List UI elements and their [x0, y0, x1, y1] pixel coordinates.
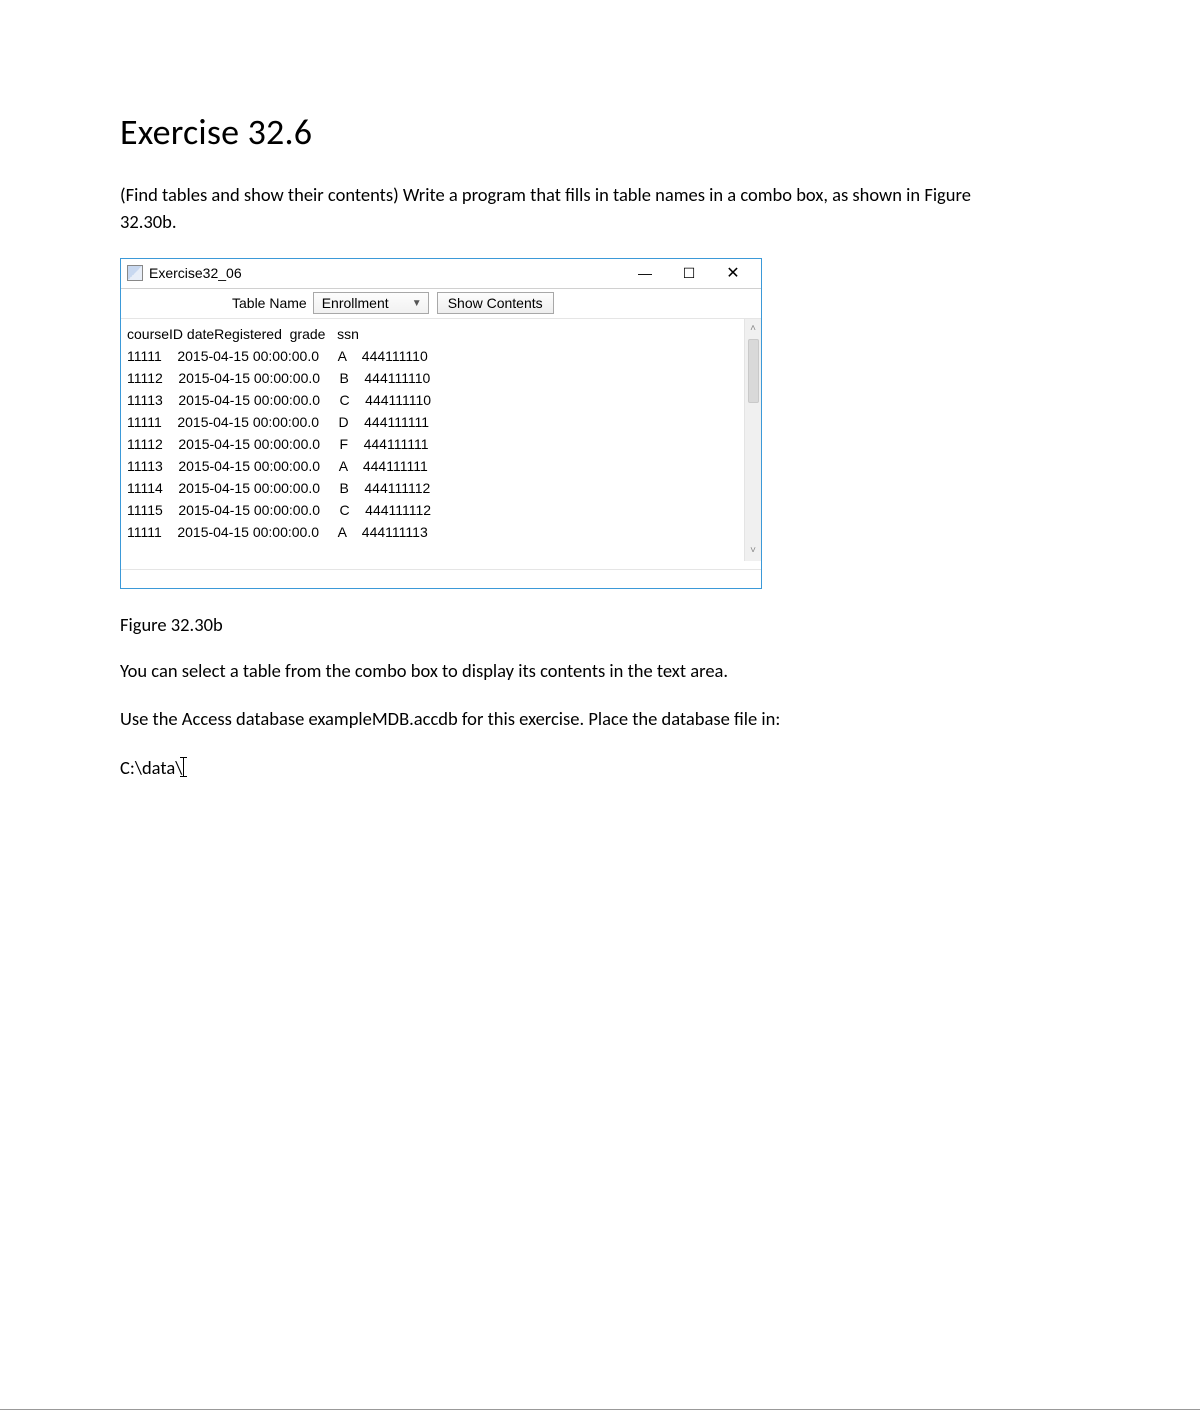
status-strip — [121, 569, 761, 588]
table-name-label: Table Name — [232, 295, 307, 311]
database-path: C:\data\ — [120, 755, 1000, 782]
minimize-button[interactable]: — — [623, 259, 667, 287]
content-area: courseID dateRegistered grade ssn 11111 … — [121, 319, 761, 561]
scroll-down-icon[interactable]: ˅ — [750, 543, 756, 559]
figure-caption: Figure 32.30b — [120, 613, 1090, 636]
text-cursor-icon — [183, 757, 184, 777]
exercise-heading: Exercise 32.6 — [120, 110, 1090, 154]
vertical-scrollbar[interactable]: ˄ ˅ — [744, 319, 761, 561]
titlebar: Exercise32_06 — ☐ ✕ — [121, 259, 761, 289]
maximize-button[interactable]: ☐ — [667, 259, 711, 287]
toolbar: Table Name Enrollment ▼ Show Contents — [121, 289, 761, 319]
paragraph-after-2: Use the Access database exampleMDB.accdb… — [120, 706, 1000, 733]
results-textarea[interactable]: courseID dateRegistered grade ssn 11111 … — [121, 319, 744, 561]
app-icon — [127, 265, 143, 281]
app-window: Exercise32_06 — ☐ ✕ Table Name Enrollmen… — [120, 258, 762, 589]
scroll-thumb[interactable] — [748, 339, 759, 403]
intro-paragraph: (Find tables and show their contents) Wr… — [120, 182, 1000, 236]
show-contents-button[interactable]: Show Contents — [437, 292, 554, 314]
paragraph-after-1: You can select a table from the combo bo… — [120, 658, 1000, 685]
table-name-combo[interactable]: Enrollment ▼ — [313, 292, 429, 314]
window-title: Exercise32_06 — [149, 265, 242, 281]
chevron-down-icon: ▼ — [412, 298, 422, 309]
combo-selected-value: Enrollment — [322, 295, 389, 311]
close-button[interactable]: ✕ — [711, 259, 755, 287]
scroll-up-icon[interactable]: ˄ — [750, 321, 756, 337]
path-text: C:\data\ — [120, 755, 182, 782]
